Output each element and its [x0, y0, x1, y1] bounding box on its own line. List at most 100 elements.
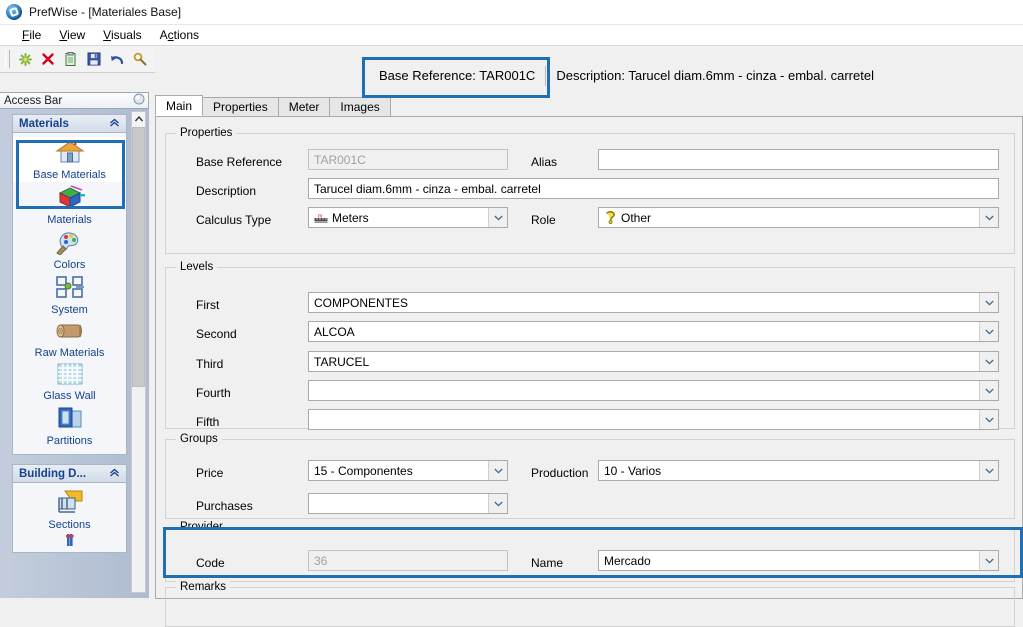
description-label: Description	[196, 183, 257, 198]
role-combo[interactable]: Other	[598, 207, 999, 228]
chevron-down-icon[interactable]	[488, 208, 507, 227]
description-input[interactable]: Tarucel diam.6mm - cinza - embal. carret…	[308, 178, 999, 199]
alias-input[interactable]	[598, 149, 999, 170]
access-bar-pin-icon[interactable]	[133, 93, 145, 108]
chevron-down-icon-role[interactable]	[979, 208, 998, 227]
sidebar-item-raw-materials[interactable]: Raw Materials	[13, 317, 126, 360]
production-row: Production	[531, 462, 588, 483]
sidebar-item-sections-label: Sections	[48, 519, 91, 531]
base-reference-input[interactable]: TAR001C	[308, 149, 508, 170]
tab-properties[interactable]: Properties	[202, 97, 279, 116]
partition-icon	[55, 405, 85, 434]
level-second-combo[interactable]: ALCOA	[308, 321, 999, 342]
level-fifth-row: Fifth	[196, 411, 219, 432]
delete-icon[interactable]	[37, 48, 59, 70]
level-fifth-combo[interactable]	[308, 409, 999, 430]
chevron-down-icon-purchases[interactable]	[488, 494, 507, 513]
house-icon	[54, 139, 85, 168]
provider-code-input[interactable]: 36	[308, 550, 508, 571]
tab-meter[interactable]: Meter	[277, 97, 331, 116]
window-title: PrefWise - [Materiales Base]	[29, 5, 182, 19]
chevron-down-icon-price[interactable]	[488, 461, 507, 480]
production-label: Production	[531, 465, 589, 480]
access-group-materials-header[interactable]: Materials	[12, 114, 127, 133]
sidebar-item-materials[interactable]: Materials	[13, 182, 126, 227]
level-first-combo[interactable]: COMPONENTES	[308, 292, 999, 313]
access-group-building: Building D... Sections	[12, 464, 127, 553]
sidebar-item-system[interactable]: System	[13, 272, 126, 317]
alias-label: Alias	[531, 154, 558, 169]
sidebar-item-materials-label: Materials	[47, 214, 92, 226]
level-fourth-row: Fourth	[196, 382, 231, 403]
title-bar: PrefWise - [Materiales Base]	[0, 0, 1023, 25]
sidebar-item-partitions-label: Partitions	[46, 435, 93, 447]
description-row: Description	[196, 180, 256, 201]
purchases-combo[interactable]	[308, 493, 508, 514]
access-bar-body: Materials Base Materials Materials Color…	[0, 109, 149, 598]
sidebar-item-partitions[interactable]: Partitions	[13, 403, 126, 448]
access-group-building-body: Sections	[12, 483, 127, 553]
meters-icon: m	[314, 212, 328, 224]
tab-images[interactable]: Images	[329, 97, 391, 116]
sidebar-item-next-partial[interactable]	[13, 532, 126, 546]
description-header: Description: Tarucel diam.6mm - cinza - …	[545, 66, 874, 86]
menu-view[interactable]: View	[51, 26, 93, 44]
level-second-row: Second	[196, 323, 237, 344]
sidebar-item-colors[interactable]: Colors	[13, 227, 126, 272]
chevron-up-icon[interactable]	[109, 118, 120, 130]
access-group-building-header[interactable]: Building D...	[12, 464, 127, 483]
provider-code-row: Code	[196, 552, 225, 573]
base-reference-row: Base Reference	[196, 151, 311, 172]
level-first-value: COMPONENTES	[314, 295, 409, 310]
calculus-type-combo[interactable]: m Meters	[308, 207, 508, 228]
scrollbar-thumb[interactable]	[132, 127, 145, 387]
app-globe-icon	[6, 4, 22, 20]
sidebar-item-glass-wall[interactable]: Glass Wall	[13, 360, 126, 403]
sidebar-item-base-materials[interactable]: Base Materials	[13, 137, 126, 182]
tab-main[interactable]: Main	[155, 95, 204, 116]
level-fourth-combo[interactable]	[308, 380, 999, 401]
production-value: 10 - Varios	[604, 463, 662, 478]
save-icon[interactable]	[83, 48, 105, 70]
find-icon[interactable]	[129, 48, 151, 70]
copy-icon[interactable]	[60, 48, 82, 70]
application-window: PrefWise - [Materiales Base] File View V…	[0, 0, 1023, 627]
level-fourth-label: Fourth	[196, 385, 231, 400]
levels-caption: Levels	[176, 261, 218, 273]
provider-name-combo[interactable]: Mercado	[598, 550, 999, 571]
undo-icon[interactable]	[106, 48, 128, 70]
price-row: Price	[196, 462, 223, 483]
toolbar-grip[interactable]	[5, 50, 10, 68]
production-combo[interactable]: 10 - Varios	[598, 460, 999, 481]
access-group-building-title: Building D...	[19, 467, 87, 480]
groups-caption: Groups	[176, 433, 222, 445]
chevron-down-icon-third[interactable]	[979, 352, 998, 371]
menu-actions[interactable]: Actions	[152, 26, 207, 44]
calculus-type-row: Calculus Type	[196, 209, 271, 230]
menu-file[interactable]: File	[14, 26, 49, 44]
cube-icon	[55, 184, 85, 213]
level-third-combo[interactable]: TARUCEL	[308, 351, 999, 372]
level-third-row: Third	[196, 353, 223, 374]
menu-visuals[interactable]: Visuals	[95, 26, 149, 44]
sidebar-item-sections[interactable]: Sections	[13, 487, 126, 532]
sidebar-item-system-label: System	[51, 304, 88, 316]
chevron-down-icon-production[interactable]	[979, 461, 998, 480]
chevron-down-icon-provider[interactable]	[979, 551, 998, 570]
role-label: Role	[531, 212, 556, 227]
price-combo[interactable]: 15 - Componentes	[308, 460, 508, 481]
chevron-down-icon-fourth[interactable]	[979, 381, 998, 400]
chevron-down-icon-second[interactable]	[979, 322, 998, 341]
access-bar-scrollbar[interactable]	[131, 111, 146, 593]
chevron-up-icon-2[interactable]	[109, 468, 120, 480]
price-value: 15 - Componentes	[314, 463, 413, 478]
level-third-value: TARUCEL	[314, 354, 370, 369]
provider-name-row: Name	[531, 552, 563, 573]
sidebar-item-raw-materials-label: Raw Materials	[34, 347, 105, 359]
calculus-type-value: Meters	[332, 210, 369, 225]
chevron-down-icon-fifth[interactable]	[979, 410, 998, 429]
chevron-down-icon-first[interactable]	[979, 293, 998, 312]
level-second-value: ALCOA	[314, 324, 355, 339]
new-icon[interactable]	[14, 48, 36, 70]
scroll-up-arrow-icon[interactable]	[132, 112, 145, 126]
